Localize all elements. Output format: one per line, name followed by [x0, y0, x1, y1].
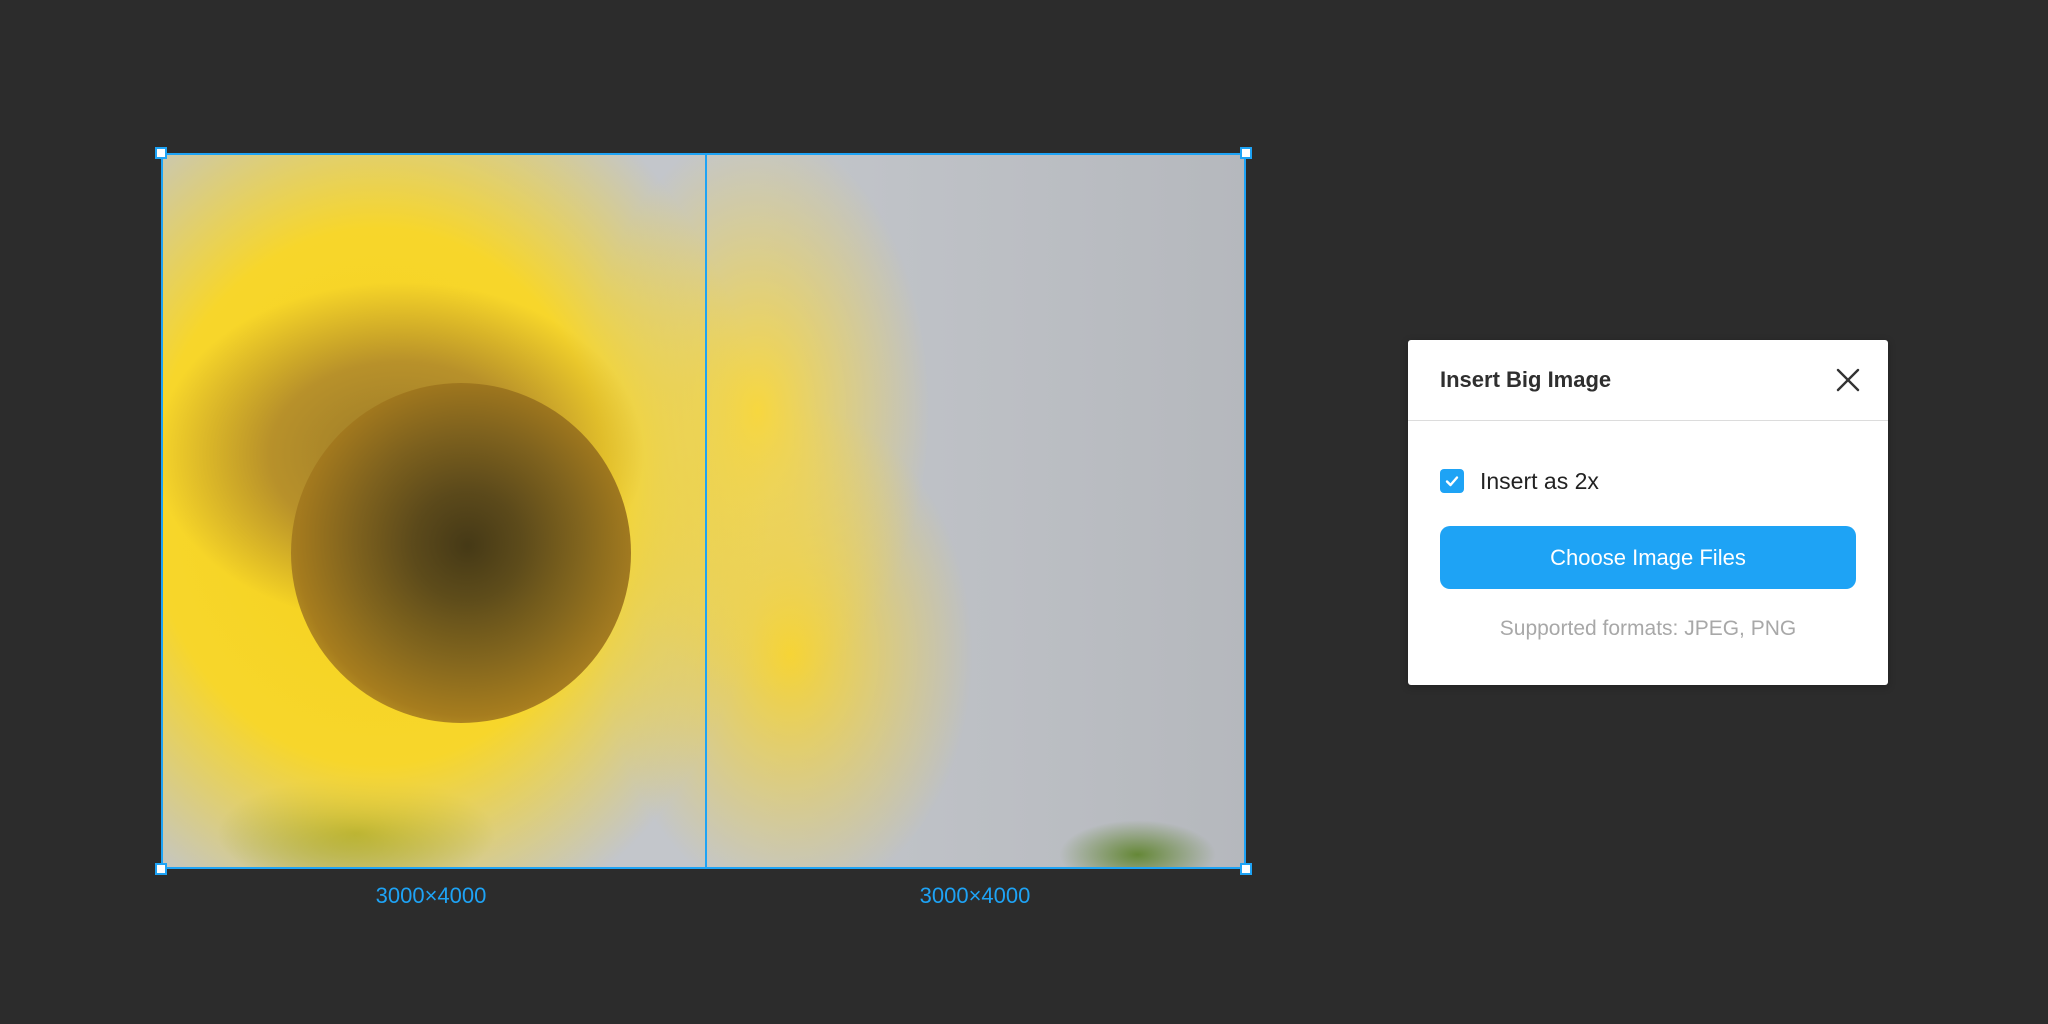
- resize-handle-bottom-right[interactable]: [1240, 863, 1252, 875]
- insert-big-image-dialog: Insert Big Image Insert as 2x Choose Ima…: [1408, 340, 1888, 685]
- resize-handle-top-right[interactable]: [1240, 147, 1252, 159]
- resize-handle-top-left[interactable]: [155, 147, 167, 159]
- insert-2x-option[interactable]: Insert as 2x: [1440, 468, 1599, 494]
- image-1-dimensions: 3000×4000: [375, 883, 487, 908]
- dialog-header: Insert Big Image: [1408, 340, 1888, 421]
- insert-2x-checkbox[interactable]: [1440, 469, 1464, 493]
- choose-image-files-button[interactable]: Choose Image Files: [1440, 526, 1856, 589]
- dialog-title: Insert Big Image: [1440, 367, 1612, 392]
- image-2-dimensions: 3000×4000: [919, 883, 1031, 908]
- checkmark-icon: [1445, 476, 1459, 487]
- close-button[interactable]: [1832, 364, 1864, 396]
- image-split-line: [705, 153, 707, 869]
- image-selection[interactable]: [161, 153, 1246, 869]
- sunflower-image: [161, 153, 1246, 869]
- resize-handle-bottom-left[interactable]: [155, 863, 167, 875]
- supported-formats-text: Supported formats: JPEG, PNG: [1499, 617, 1797, 640]
- insert-2x-label: Insert as 2x: [1480, 467, 1599, 494]
- close-icon: [1836, 368, 1860, 392]
- sunflower-center: [291, 383, 631, 723]
- canvas: 3000×4000 3000×4000 Insert Big Image Ins…: [0, 0, 2048, 1024]
